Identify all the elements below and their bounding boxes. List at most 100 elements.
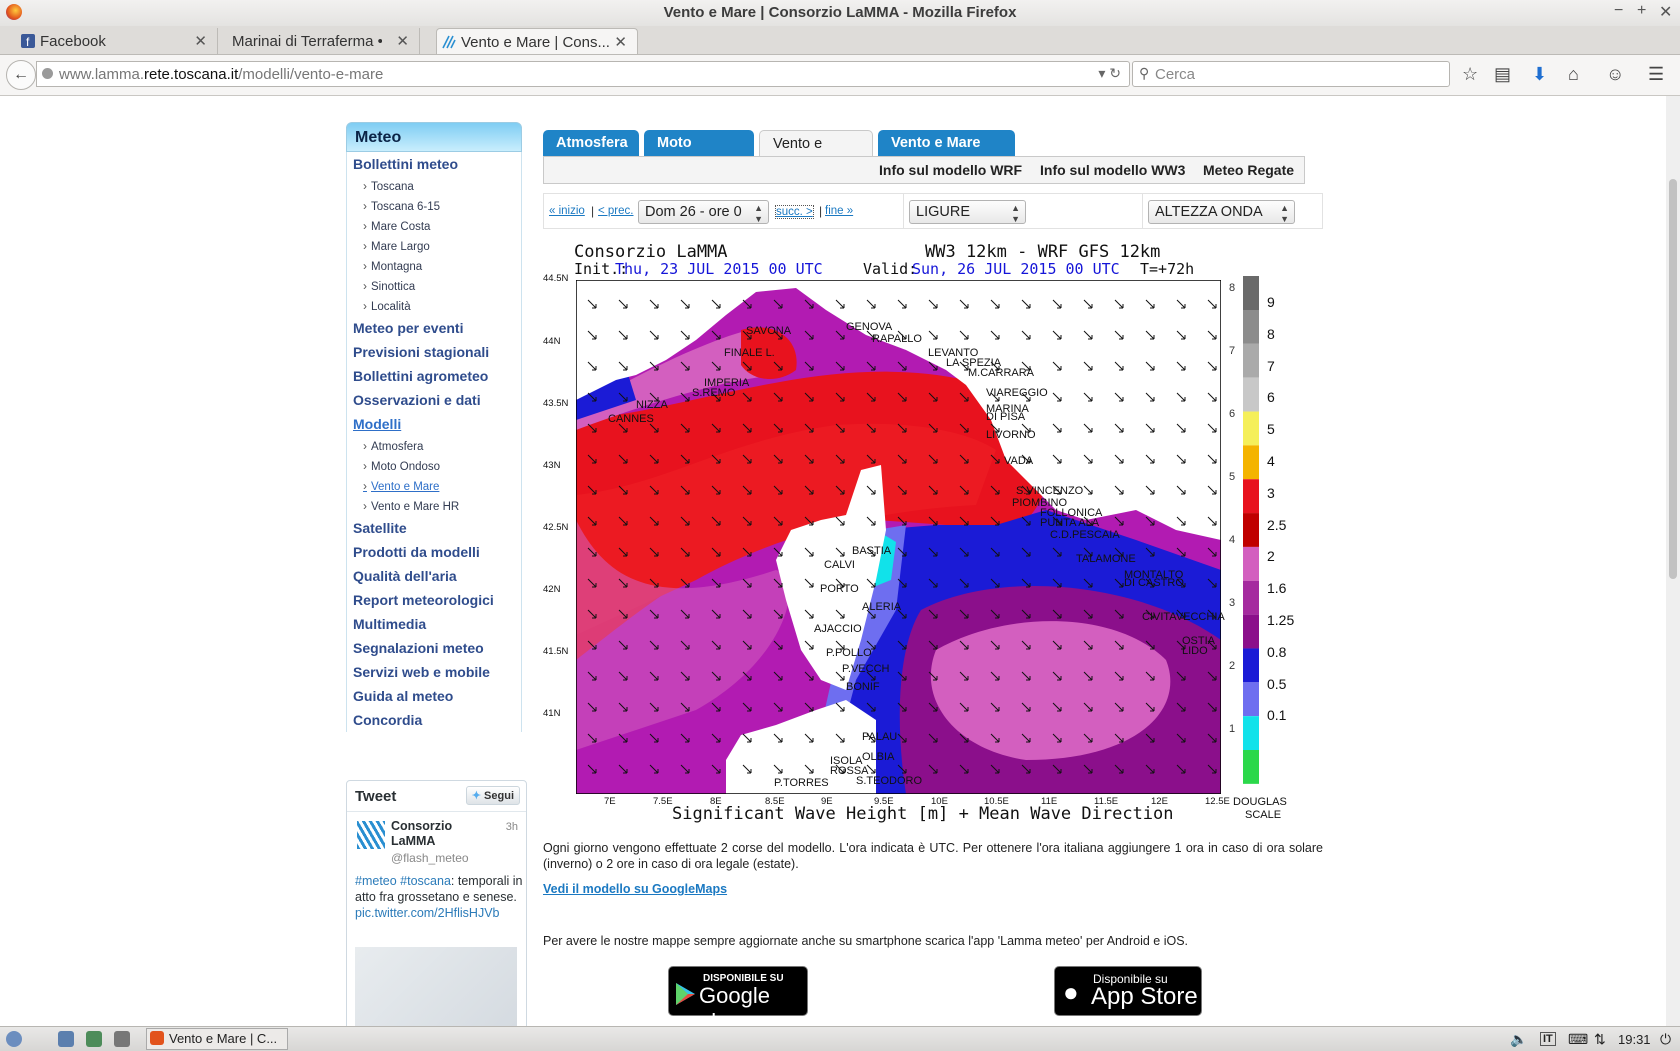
sidebar-item-concordia[interactable]: Concordia bbox=[347, 708, 521, 732]
legend-swatch bbox=[1243, 513, 1259, 547]
sidebar-item-report-meteorologici[interactable]: Report meteorologici bbox=[347, 588, 521, 612]
sidebar-item-vento-e-mare-hr[interactable]: Vento e Mare HR bbox=[347, 496, 521, 516]
menu-icon[interactable]: ☰ bbox=[1648, 64, 1664, 85]
tab-atmosfera[interactable]: Atmosfera bbox=[543, 130, 639, 156]
maximize-icon[interactable]: + bbox=[1637, 2, 1646, 20]
download-icon[interactable]: ⬇ bbox=[1532, 64, 1547, 85]
reload-icon[interactable]: ▾ ↻ bbox=[1098, 65, 1121, 82]
bookmark-star-icon[interactable]: ☆ bbox=[1462, 64, 1478, 85]
link-info-wrf[interactable]: Info sul modello WRF bbox=[879, 162, 1022, 178]
google-play-button[interactable]: DISPONIBILE SU Google play bbox=[668, 966, 808, 1026]
sidebar-item-moto-ondoso[interactable]: Moto Ondoso bbox=[347, 456, 521, 476]
field-select[interactable]: ALTEZZA ONDA ▲ ▼ bbox=[1148, 200, 1295, 224]
link-next[interactable]: succ. > bbox=[775, 205, 814, 219]
keyboard-icon[interactable]: ⌨ bbox=[1568, 1031, 1588, 1048]
tab-vento-e-mare-hr[interactable]: Vento e Mare HR bbox=[878, 130, 1015, 177]
sidebar-item-multimedia[interactable]: Multimedia bbox=[347, 612, 521, 636]
map-org: Consorzio LaMMA bbox=[574, 242, 728, 262]
tab-marinai[interactable]: Marinai di Terraferma • ... ✕ bbox=[218, 28, 420, 54]
tweet-link[interactable]: pic.twitter.com/2HflisHJVb bbox=[355, 906, 499, 920]
tweet-handle[interactable]: @flash_meteo bbox=[391, 851, 469, 865]
volume-icon[interactable]: 🔈 bbox=[1510, 1031, 1527, 1048]
app-store-button[interactable]: ● Disponibile su App Store bbox=[1054, 966, 1202, 1016]
sidebar-item-prodotti-da-modelli[interactable]: Prodotti da modelli bbox=[347, 540, 521, 564]
map-valid-label: Valid: bbox=[863, 260, 918, 278]
page-content: Meteo Bollettini meteoToscanaToscana 6-1… bbox=[0, 96, 1666, 1026]
terminal-icon[interactable] bbox=[114, 1031, 130, 1047]
tab-vento-e-mare[interactable]: Vento e Mare | Cons... ✕ bbox=[436, 28, 638, 54]
close-tab-icon[interactable]: ✕ bbox=[194, 32, 207, 50]
sidebar-item-modelli[interactable]: Modelli bbox=[347, 412, 521, 436]
sidebar-item-bollettini-agrometeo[interactable]: Bollettini agrometeo bbox=[347, 364, 521, 388]
back-button[interactable]: ← bbox=[6, 60, 36, 90]
tab-facebook[interactable]: f Facebook ✕ bbox=[16, 28, 218, 54]
tab-moto-ondoso[interactable]: Moto Ondoso bbox=[644, 130, 754, 177]
link-prev[interactable]: < prec. bbox=[598, 205, 633, 217]
city-label: DI PISA bbox=[986, 411, 1026, 423]
sidebar-item-guida-al-meteo[interactable]: Guida al meteo bbox=[347, 684, 521, 708]
page-scrollbar[interactable] bbox=[1666, 96, 1680, 1026]
sidebar-item-previsioni-stagionali[interactable]: Previsioni stagionali bbox=[347, 340, 521, 364]
sidebar-item-localit-[interactable]: Località bbox=[347, 296, 521, 316]
tab-vento-e-mare[interactable]: Vento e Mare bbox=[759, 130, 873, 178]
taskbar-window-firefox[interactable]: Vento e Mare | C... bbox=[146, 1028, 288, 1050]
link-info-ww3[interactable]: Info sul modello WW3 bbox=[1040, 162, 1185, 178]
area-select[interactable]: LIGURE ▲ ▼ bbox=[909, 200, 1026, 224]
googlemaps-link[interactable]: Vedi il modello su GoogleMaps bbox=[543, 882, 727, 896]
sidebar-item-meteo-per-eventi[interactable]: Meteo per eventi bbox=[347, 316, 521, 340]
tab-label: Marinai di Terraferma • ... bbox=[232, 33, 382, 50]
sidebar-item-segnalazioni-meteo[interactable]: Segnalazioni meteo bbox=[347, 636, 521, 660]
douglas-value: 1 bbox=[1229, 723, 1236, 735]
sidebar-item-toscana-6-15[interactable]: Toscana 6-15 bbox=[347, 196, 521, 216]
file-manager-icon[interactable] bbox=[58, 1031, 74, 1047]
link-meteo-regate[interactable]: Meteo Regate bbox=[1203, 162, 1294, 178]
city-label: LIVORNO bbox=[986, 429, 1036, 441]
sidebar-item-bollettini-meteo[interactable]: Bollettini meteo bbox=[347, 152, 521, 176]
chat-icon[interactable]: ☺ bbox=[1606, 64, 1624, 85]
sidebar-item-osservazioni-e-dati[interactable]: Osservazioni e dati bbox=[347, 388, 521, 412]
sidebar-item-vento-e-mare[interactable]: Vento e Mare bbox=[347, 476, 521, 496]
tweet-author[interactable]: Consorzio LaMMA bbox=[391, 819, 481, 849]
legend-swatch bbox=[1243, 310, 1259, 344]
close-tab-icon[interactable]: ✕ bbox=[396, 32, 409, 50]
tweet-hashtags[interactable]: #meteo #toscana bbox=[355, 874, 451, 888]
legend-value: 4 bbox=[1267, 453, 1275, 469]
reading-list-icon[interactable]: ▤ bbox=[1494, 64, 1511, 85]
separator: | bbox=[819, 204, 823, 218]
home-icon[interactable]: ⌂ bbox=[1568, 64, 1579, 85]
link-start[interactable]: « inizio bbox=[549, 205, 585, 217]
map-lead-time: T=+72h bbox=[1140, 260, 1195, 278]
sidebar-item-servizi-web-e-mobile[interactable]: Servizi web e mobile bbox=[347, 660, 521, 684]
close-window-icon[interactable]: ✕ bbox=[1659, 2, 1672, 22]
sidebar-item-montagna[interactable]: Montagna bbox=[347, 256, 521, 276]
sidebar-item-qualit-dell-aria[interactable]: Qualità dell'aria bbox=[347, 564, 521, 588]
avatar[interactable] bbox=[357, 821, 385, 849]
close-tab-icon[interactable]: ✕ bbox=[614, 33, 627, 51]
sidebar-item-sinottica[interactable]: Sinottica bbox=[347, 276, 521, 296]
search-input[interactable]: ⚲ Cerca bbox=[1132, 61, 1450, 87]
sidebar-item-toscana[interactable]: Toscana bbox=[347, 176, 521, 196]
city-label: CALVI bbox=[824, 559, 855, 571]
city-label: PUNTA ALA bbox=[1040, 517, 1100, 529]
follow-button[interactable]: ✦ Segui bbox=[465, 786, 520, 805]
desktop-icon[interactable] bbox=[86, 1031, 102, 1047]
minimize-icon[interactable]: − bbox=[1614, 2, 1623, 20]
tweet-image[interactable] bbox=[355, 947, 517, 1026]
start-menu-icon[interactable] bbox=[6, 1031, 22, 1047]
network-icon[interactable]: ⇅ bbox=[1594, 1031, 1606, 1048]
link-end[interactable]: fine » bbox=[825, 205, 853, 217]
site-info-icon[interactable] bbox=[42, 68, 53, 79]
url-bar[interactable]: www.lamma.rete.toscana.it/modelli/vento-… bbox=[36, 61, 1130, 87]
legend-swatch bbox=[1243, 276, 1259, 310]
sidebar-item-mare-costa[interactable]: Mare Costa bbox=[347, 216, 521, 236]
sidebar-item-mare-largo[interactable]: Mare Largo bbox=[347, 236, 521, 256]
douglas-value: 8 bbox=[1229, 282, 1236, 294]
scrollbar-thumb[interactable] bbox=[1669, 179, 1677, 579]
time-select[interactable]: Dom 26 - ore 0 ▲ ▼ bbox=[638, 200, 769, 224]
sidebar-item-satellite[interactable]: Satellite bbox=[347, 516, 521, 540]
power-icon[interactable]: ⏻ bbox=[1660, 1031, 1671, 1048]
keyboard-layout[interactable]: IT bbox=[1540, 1032, 1556, 1046]
sidebar-item-atmosfera[interactable]: Atmosfera bbox=[347, 436, 521, 456]
tweet-time[interactable]: 3h bbox=[506, 821, 518, 833]
forecast-map[interactable]: Consorzio LaMMA WW3 12km - WRF GFS 12km … bbox=[543, 240, 1323, 824]
